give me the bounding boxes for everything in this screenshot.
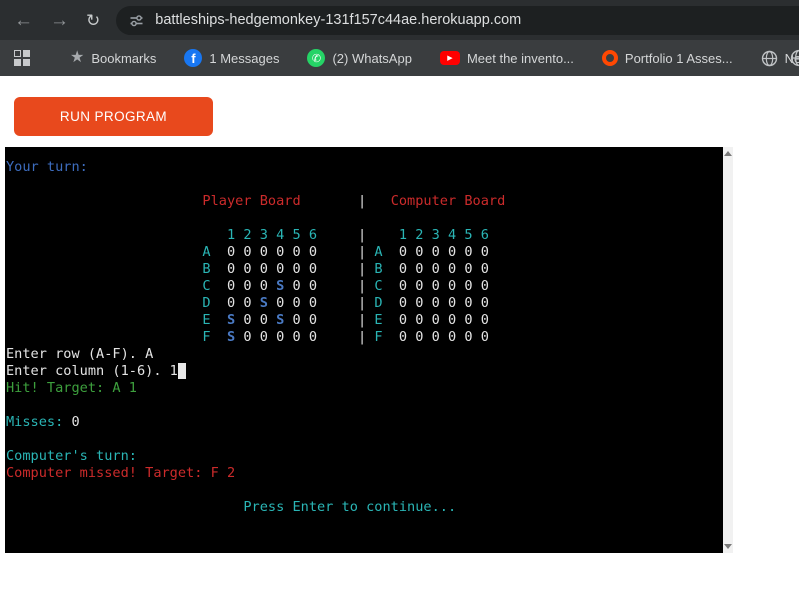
bookmark-messages[interactable]: f 1 Messages — [184, 49, 279, 67]
terminal-output[interactable]: Your turn: Player Board | Computer Board… — [5, 147, 723, 553]
bookmark-bookmarks[interactable]: ★ Bookmarks — [70, 50, 156, 66]
apps-icon[interactable] — [14, 50, 30, 66]
facebook-icon: f — [184, 49, 203, 67]
bookmark-label: Bookmarks — [91, 50, 157, 66]
url-bar[interactable]: battleships-hedgemonkey-131f157c44ae.her… — [116, 5, 799, 35]
whatsapp-icon: ✆ — [307, 49, 326, 67]
site-info-icon[interactable] — [129, 13, 144, 28]
bookmark-portfolio[interactable]: Portfolio 1 Asses... — [601, 50, 733, 66]
scroll-down-arrow-icon[interactable] — [724, 544, 732, 549]
bookmark-whatsapp[interactable]: ✆ (2) WhatsApp — [307, 49, 412, 67]
globe-icon-partial[interactable] — [790, 49, 799, 70]
back-icon[interactable]: ← — [14, 11, 33, 30]
terminal-scrollbar[interactable] — [723, 147, 733, 553]
globe-icon — [761, 50, 778, 67]
bookmarks-bar: ★ Bookmarks f 1 Messages ✆ (2) WhatsApp … — [0, 40, 799, 76]
orange-ring-icon — [601, 50, 618, 66]
scroll-up-arrow-icon[interactable] — [724, 151, 732, 156]
bookmark-meet-the-inventor[interactable]: ▶ Meet the invento... — [439, 50, 574, 66]
bookmark-label: 1 Messages — [209, 50, 280, 66]
terminal-text: Your turn: Player Board | Computer Board… — [6, 159, 506, 515]
run-program-button[interactable]: RUN PROGRAM — [14, 97, 213, 136]
bookmark-label: Meet the invento... — [466, 50, 574, 66]
star-icon: ★ — [70, 49, 85, 66]
browser-topbar: ← → ↻ battleships-hedgemonkey-131f157c44… — [0, 0, 799, 40]
bookmark-label: Portfolio 1 Asses... — [624, 50, 733, 66]
reload-icon[interactable]: ↻ — [86, 12, 100, 29]
youtube-icon: ▶ — [439, 51, 460, 65]
forward-icon[interactable]: → — [50, 11, 69, 30]
url-text: battleships-hedgemonkey-131f157c44ae.her… — [155, 12, 522, 28]
bookmark-label: (2) WhatsApp — [332, 50, 412, 66]
page-content: RUN PROGRAM Your turn: Player Board | Co… — [0, 97, 799, 553]
